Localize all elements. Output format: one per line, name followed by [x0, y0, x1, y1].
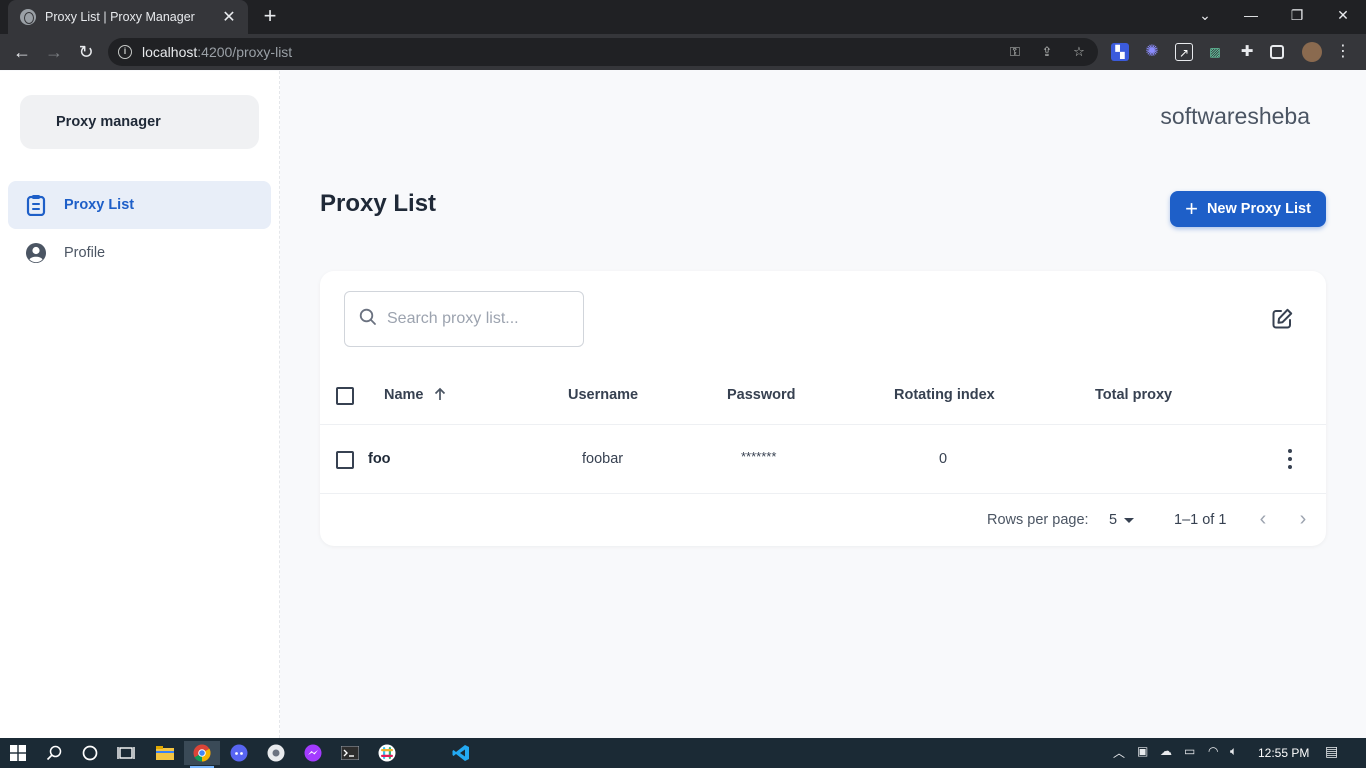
column-header-password[interactable]: Password — [727, 387, 796, 403]
search-box[interactable] — [344, 291, 584, 347]
chevron-up-icon[interactable]: ︿ — [1113, 744, 1125, 761]
terminal-icon[interactable] — [332, 741, 368, 765]
volume-icon[interactable]: 🔈︎ — [1230, 744, 1237, 759]
plus-icon: + — [1185, 196, 1198, 221]
row-actions-menu-icon[interactable] — [1282, 449, 1298, 469]
column-header-name[interactable]: Name — [384, 387, 446, 405]
sidebar-item-profile[interactable]: Profile — [8, 229, 271, 277]
search-input[interactable] — [387, 310, 567, 328]
table-row[interactable]: foo foobar ******* 0 — [320, 425, 1326, 494]
minimize-icon[interactable]: — — [1228, 0, 1274, 30]
globe-icon — [20, 9, 36, 25]
side-panel-icon[interactable] — [1270, 45, 1284, 59]
key-icon[interactable]: ⚿ — [1006, 44, 1024, 60]
rows-per-page-select[interactable]: 5 — [1109, 512, 1135, 528]
user-circle-icon — [24, 241, 48, 265]
main-content: softwaresheba Proxy List + New Proxy Lis… — [281, 71, 1366, 738]
clipboard-list-icon — [24, 193, 48, 217]
sidebar-item-label: Proxy List — [64, 197, 135, 213]
pagination: Rows per page: 5 1–1 of 1 ‹ › — [320, 494, 1326, 546]
pagination-range: 1–1 of 1 — [1174, 512, 1227, 528]
menu-icon[interactable]: ⋮ — [1334, 43, 1352, 61]
vscode-icon[interactable] — [443, 741, 479, 765]
table-header-row: Name Username Password Rotating index To… — [320, 367, 1326, 425]
browser-toolbar: ← → ↻ i localhost:4200/proxy-list ⚿ ⇪ ☆ … — [0, 34, 1366, 70]
url-host: localhost — [142, 44, 198, 60]
slack-icon[interactable] — [369, 741, 405, 765]
tab-search-icon[interactable]: ⌄ — [1182, 0, 1228, 30]
bookmark-star-icon[interactable]: ☆ — [1070, 44, 1088, 60]
share-icon[interactable]: ⇪ — [1038, 44, 1056, 60]
row-checkbox[interactable] — [336, 451, 354, 469]
page-title: Proxy List — [320, 190, 437, 217]
messenger-icon[interactable] — [295, 741, 331, 765]
cortana-icon[interactable] — [72, 741, 108, 765]
avatar[interactable] — [1302, 42, 1322, 62]
rows-per-page-label: Rows per page: — [987, 512, 1089, 528]
proxy-table-card: Name Username Password Rotating index To… — [320, 271, 1326, 546]
cell-password: ******* — [741, 449, 777, 464]
os-taskbar: ︿ ▣ ☁ ▭ ◠ 🔈︎ 12:55 PM ▤ — [0, 738, 1366, 768]
browser-tab[interactable]: Proxy List | Proxy Manager ✕ — [8, 0, 248, 34]
back-icon[interactable]: ← — [10, 40, 34, 64]
extension-icon[interactable]: ▨ — [1206, 43, 1224, 61]
select-all-checkbox[interactable] — [336, 387, 354, 405]
reload-icon[interactable]: ↻ — [74, 40, 98, 64]
rows-per-page-value: 5 — [1109, 512, 1118, 528]
puzzle-icon[interactable]: ✚ — [1238, 43, 1256, 61]
column-header-rotating-index[interactable]: Rotating index — [894, 387, 995, 403]
new-proxy-list-label: New Proxy List — [1206, 201, 1311, 217]
close-tab-icon[interactable]: ✕ — [220, 7, 238, 27]
onedrive-icon[interactable]: ☁ — [1160, 744, 1172, 758]
next-page-icon[interactable]: › — [1292, 508, 1314, 530]
cell-name: foo — [368, 451, 391, 467]
search-icon — [359, 308, 377, 331]
forward-icon[interactable]: → — [42, 40, 66, 64]
app-brand[interactable]: Proxy manager — [20, 95, 259, 149]
battery-icon[interactable]: ▭ — [1184, 744, 1195, 758]
edit-icon[interactable] — [1270, 307, 1294, 331]
column-header-total-proxy[interactable]: Total proxy — [1095, 387, 1172, 403]
notification-center-icon[interactable]: ▤ — [1325, 743, 1338, 760]
address-bar[interactable]: i localhost:4200/proxy-list ⚿ ⇪ ☆ — [108, 38, 1098, 66]
sidebar-item-label: Profile — [64, 245, 106, 261]
wifi-icon[interactable]: ◠ — [1208, 744, 1218, 758]
sidebar-item-proxy-list[interactable]: Proxy List — [8, 181, 271, 229]
url-path: :4200/proxy-list — [197, 44, 293, 60]
search-icon[interactable] — [36, 741, 72, 765]
browser-tab-bar: Proxy List | Proxy Manager ✕ + ⌄ — ❐ ✕ — [0, 0, 1366, 34]
extension-icon[interactable]: ✺ — [1143, 43, 1161, 61]
new-tab-icon[interactable]: + — [258, 4, 282, 28]
cell-username: foobar — [582, 451, 624, 467]
column-header-username[interactable]: Username — [568, 387, 638, 403]
column-header-label: Name — [384, 387, 424, 403]
windows-start-icon[interactable] — [0, 741, 36, 765]
restore-icon[interactable]: ❐ — [1274, 0, 1320, 30]
chrome-icon[interactable] — [184, 741, 220, 768]
taskbar-clock[interactable]: 12:55 PM — [1258, 746, 1309, 760]
new-proxy-list-button[interactable]: + New Proxy List — [1170, 191, 1326, 227]
cell-rotating-index: 0 — [939, 451, 948, 467]
extension-icon[interactable]: ↗ — [1175, 43, 1193, 61]
previous-page-icon[interactable]: ‹ — [1252, 508, 1274, 530]
meet-now-icon[interactable]: ▣ — [1137, 744, 1148, 758]
extension-icon[interactable]: ▚ — [1111, 43, 1129, 61]
chrome-canary-icon[interactable] — [258, 741, 294, 765]
close-window-icon[interactable]: ✕ — [1320, 0, 1366, 30]
task-view-icon[interactable] — [108, 741, 144, 765]
sort-arrow-up-icon — [434, 387, 446, 405]
sidebar: Proxy manager Proxy List Profile — [0, 71, 280, 738]
tab-title: Proxy List | Proxy Manager — [45, 10, 195, 24]
discord-icon[interactable] — [221, 741, 257, 765]
info-icon[interactable]: i — [118, 45, 132, 59]
caret-down-icon — [1124, 517, 1135, 523]
user-name[interactable]: softwaresheba — [1160, 103, 1310, 130]
file-explorer-icon[interactable] — [147, 741, 183, 765]
